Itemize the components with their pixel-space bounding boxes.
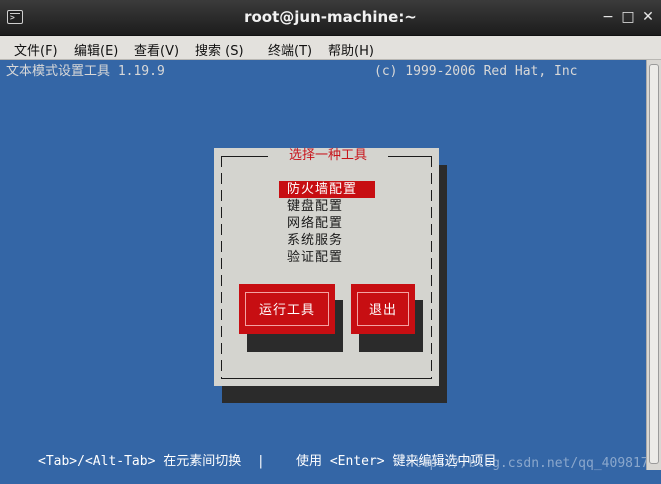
dialog-title: 选择一种工具 [268, 148, 388, 164]
menu-search[interactable]: 搜索 (S) [195, 40, 244, 59]
menu-view[interactable]: 查看(V) [134, 40, 179, 59]
maximize-button[interactable]: □ [620, 9, 636, 25]
menu-bar: 文件(F) 编辑(E) 查看(V) 搜索 (S) 终端(T) 帮助(H) [0, 36, 661, 60]
tool-item-firewall[interactable]: 防火墙配置 [279, 181, 375, 198]
window-title: root@jun-machine:~ [244, 8, 417, 26]
watermark: https://blog.csdn.net/qq_40981730 [406, 456, 661, 471]
app-header-left: 文本模式设置工具 1.19.9 [6, 64, 165, 79]
dialog-frame-left [221, 156, 222, 379]
menu-edit[interactable]: 编辑(E) [74, 40, 118, 59]
run-tool-button-label: 运行工具 [258, 303, 315, 318]
scrollbar-thumb[interactable] [649, 64, 659, 464]
dialog-frame-bottom [221, 378, 432, 379]
tool-item-services[interactable]: 系统服务 [279, 232, 375, 249]
scrollbar[interactable] [646, 60, 661, 470]
app-header-right: (c) 1999-2006 Red Hat, Inc [374, 64, 578, 79]
terminal-window: root@jun-machine:~ − □ ✕ 文件(F) 编辑(E) 查看(… [0, 0, 661, 484]
close-button[interactable]: ✕ [640, 9, 656, 25]
run-tool-button[interactable]: 运行工具 [239, 284, 335, 334]
tool-item-keyboard[interactable]: 键盘配置 [279, 198, 375, 215]
dialog-frame-right [431, 156, 432, 379]
menu-terminal[interactable]: 终端(T) [268, 40, 312, 59]
menu-help[interactable]: 帮助(H) [328, 40, 374, 59]
tool-item-network[interactable]: 网络配置 [279, 215, 375, 232]
quit-button[interactable]: 退出 [351, 284, 415, 334]
menu-file[interactable]: 文件(F) [14, 40, 58, 59]
minimize-button[interactable]: − [600, 9, 616, 25]
title-bar[interactable]: root@jun-machine:~ − □ ✕ [0, 0, 661, 36]
quit-button-label: 退出 [368, 303, 397, 318]
tool-item-auth[interactable]: 验证配置 [279, 249, 375, 266]
